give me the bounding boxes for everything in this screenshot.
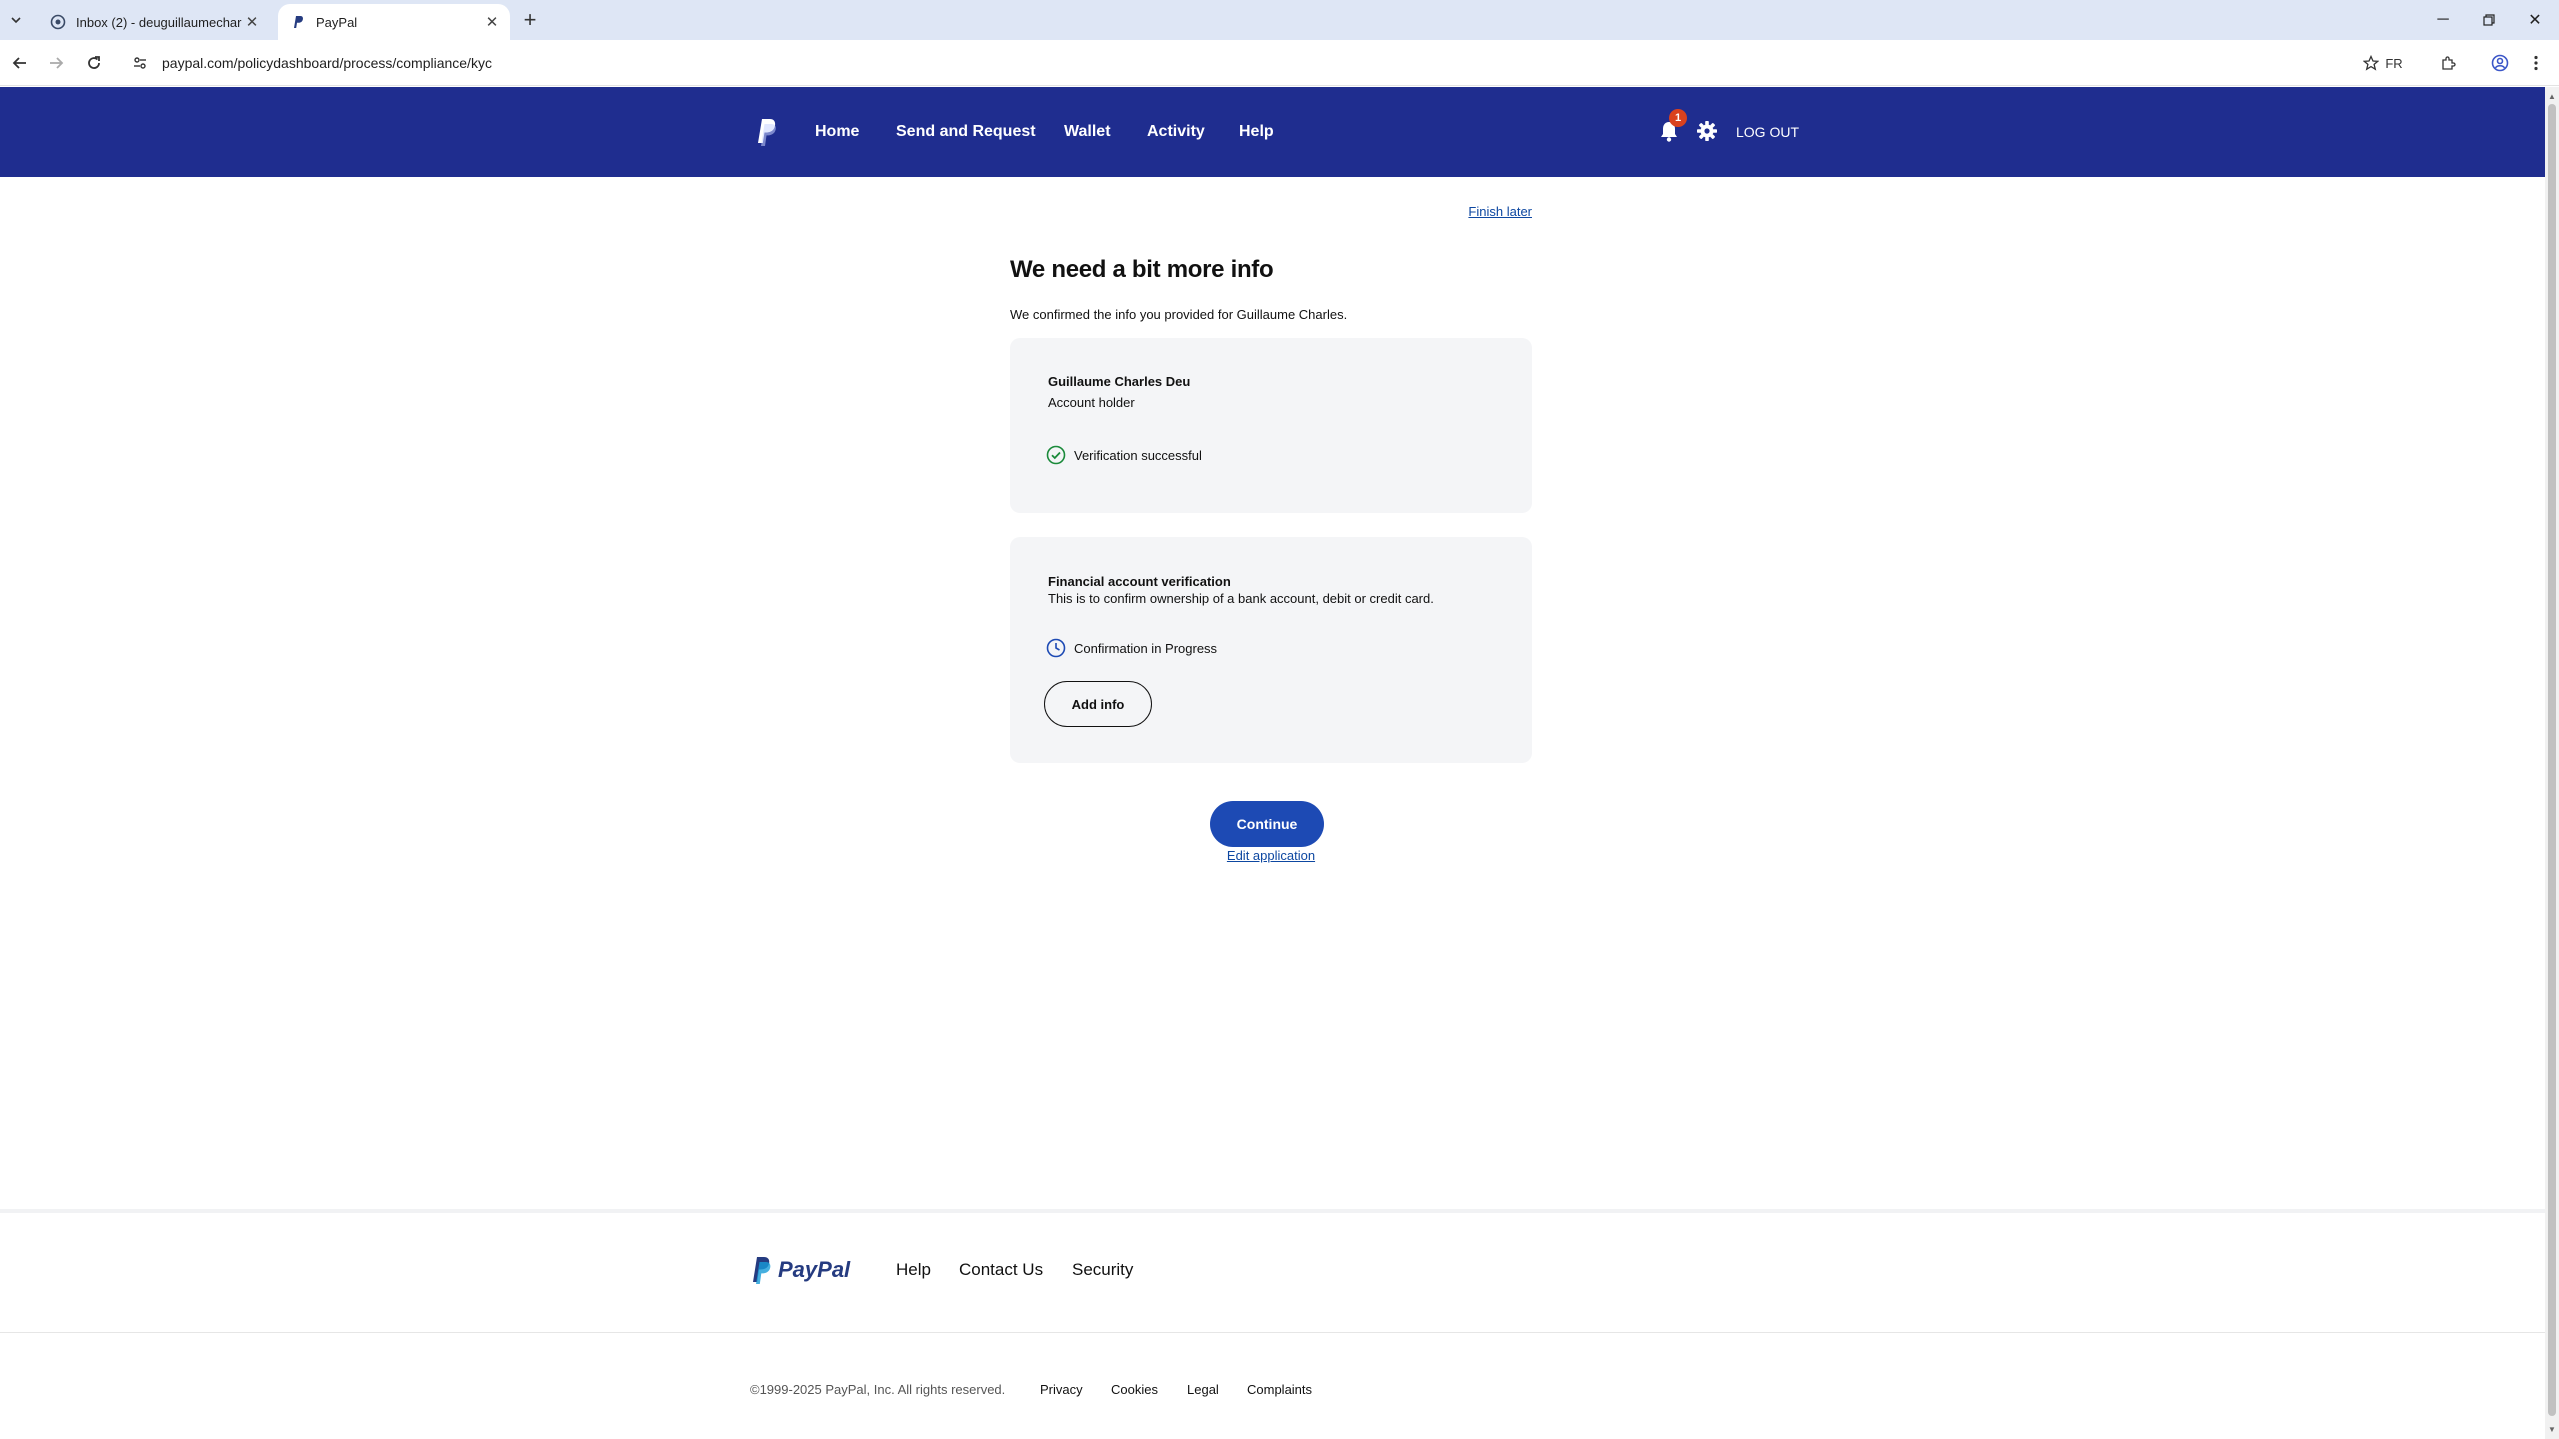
close-window-icon[interactable]: ✕ bbox=[2512, 0, 2558, 40]
page-title: We need a bit more info bbox=[1010, 256, 1274, 283]
verification-status-text: Verification successful bbox=[1074, 447, 1202, 463]
account-holder-name: Guillaume Charles Deu bbox=[1048, 374, 1191, 389]
finish-later-link[interactable]: Finish later bbox=[1440, 204, 1532, 219]
tab-title: Inbox (2) - deuguillaumecharle bbox=[76, 14, 242, 30]
tab-close-icon[interactable]: ✕ bbox=[242, 12, 262, 32]
paypal-icon bbox=[290, 14, 306, 30]
back-icon[interactable] bbox=[8, 51, 32, 75]
tab-search-chevron-icon[interactable] bbox=[6, 10, 26, 30]
clock-icon bbox=[1046, 638, 1066, 658]
footer-border bbox=[0, 1209, 2545, 1213]
profile-icon[interactable] bbox=[2488, 51, 2512, 75]
footer-divider bbox=[0, 1332, 2545, 1333]
footer-legal-link[interactable]: Legal bbox=[1187, 1382, 1219, 1397]
notification-badge: 1 bbox=[1669, 109, 1687, 127]
footer-security-link[interactable]: Security bbox=[1072, 1254, 1133, 1286]
continue-button[interactable]: Continue bbox=[1210, 801, 1324, 847]
tab-close-icon[interactable]: ✕ bbox=[482, 12, 502, 32]
financial-verification-card: Financial account verification This is t… bbox=[1010, 537, 1532, 763]
copyright-text: ©1999-2025 PayPal, Inc. All rights reser… bbox=[750, 1382, 1006, 1397]
footer-help-link[interactable]: Help bbox=[896, 1254, 931, 1286]
tab-inbox[interactable]: Inbox (2) - deuguillaumecharle ✕ bbox=[38, 4, 270, 40]
account-holder-role: Account holder bbox=[1048, 395, 1135, 410]
paypal-logo-icon[interactable] bbox=[752, 117, 778, 147]
bookmark-star-icon[interactable] bbox=[2360, 51, 2382, 75]
scroll-down-icon[interactable]: ▼ bbox=[2545, 1422, 2559, 1436]
paypal-header: Home Send and Request Wallet Activity He… bbox=[0, 87, 2545, 177]
extensions-icon[interactable] bbox=[2436, 51, 2460, 75]
edit-application-link[interactable]: Edit application bbox=[1180, 848, 1362, 863]
nav-send-and-request[interactable]: Send and Request bbox=[896, 87, 1036, 177]
footer-brand-text: PayPal bbox=[778, 1257, 851, 1282]
paypal-logo-icon bbox=[753, 1257, 771, 1284]
tab-title: PayPal bbox=[316, 14, 358, 30]
browser-tab-bar: Inbox (2) - deuguillaumecharle ✕ PayPal … bbox=[0, 0, 2559, 40]
address-bar[interactable]: paypal.com/policydashboard/process/compl… bbox=[120, 46, 2410, 80]
minimize-icon[interactable]: ─ bbox=[2420, 0, 2466, 40]
footer-complaints-link[interactable]: Complaints bbox=[1247, 1382, 1312, 1397]
tab-paypal[interactable]: PayPal ✕ bbox=[278, 4, 510, 40]
logout-button[interactable]: LOG OUT bbox=[1736, 87, 1799, 177]
settings-gear-icon[interactable] bbox=[1696, 120, 1718, 142]
nav-wallet[interactable]: Wallet bbox=[1064, 87, 1111, 177]
menu-kebab-icon[interactable] bbox=[2526, 51, 2546, 75]
confirmation-status-text: Confirmation in Progress bbox=[1074, 640, 1218, 656]
browser-toolbar: paypal.com/policydashboard/process/compl… bbox=[0, 40, 2559, 86]
mail-icon bbox=[50, 14, 66, 30]
url-text: paypal.com/policydashboard/process/compl… bbox=[162, 55, 492, 71]
page-subtitle: We confirmed the info you provided for G… bbox=[1010, 307, 1348, 322]
restore-icon[interactable] bbox=[2466, 0, 2512, 40]
nav-activity[interactable]: Activity bbox=[1147, 87, 1205, 177]
add-info-button[interactable]: Add info bbox=[1044, 681, 1152, 727]
nav-home[interactable]: Home bbox=[815, 87, 859, 177]
site-settings-icon[interactable] bbox=[130, 53, 150, 73]
confirmation-status: Confirmation in Progress bbox=[1046, 638, 1217, 658]
footer-paypal-logo[interactable]: PayPal bbox=[750, 1254, 850, 1286]
account-holder-card: Guillaume Charles Deu Account holder Ver… bbox=[1010, 338, 1532, 513]
footer-cookies-link[interactable]: Cookies bbox=[1111, 1382, 1158, 1397]
nav-help[interactable]: Help bbox=[1239, 87, 1274, 177]
footer-privacy-link[interactable]: Privacy bbox=[1040, 1382, 1083, 1397]
scroll-up-icon[interactable]: ▲ bbox=[2545, 89, 2559, 103]
verification-status: Verification successful bbox=[1046, 445, 1202, 465]
scrollbar-thumb[interactable] bbox=[2548, 104, 2556, 1416]
translate-badge[interactable]: FR bbox=[2382, 51, 2406, 75]
footer-contact-link[interactable]: Contact Us bbox=[959, 1254, 1043, 1286]
new-tab-icon[interactable]: + bbox=[518, 7, 542, 32]
forward-icon[interactable] bbox=[44, 51, 68, 75]
reload-icon[interactable] bbox=[82, 51, 106, 75]
financial-verification-title: Financial account verification bbox=[1048, 574, 1231, 589]
financial-verification-desc: This is to confirm ownership of a bank a… bbox=[1048, 591, 1434, 606]
check-circle-icon bbox=[1046, 445, 1066, 465]
